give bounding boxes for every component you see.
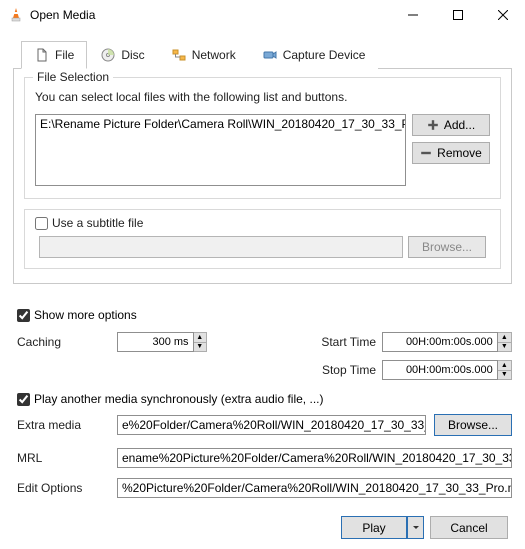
capture-icon [262,47,278,63]
edit-options-label: Edit Options [17,481,109,495]
use-subtitle-input[interactable] [35,217,48,230]
caching-spinner[interactable]: ▲▼ [194,332,207,352]
file-selection-legend: File Selection [33,70,113,84]
app-icon [8,7,24,23]
stop-time-spinner[interactable]: ▲▼ [498,360,512,380]
extra-browse-button[interactable]: Browse... [434,414,512,436]
start-time-input[interactable] [382,332,498,352]
minimize-button[interactable] [390,0,435,30]
play-button[interactable]: Play [341,516,407,539]
use-subtitle-checkbox[interactable]: Use a subtitle file [35,216,490,230]
remove-button[interactable]: Remove [412,142,490,164]
network-icon [171,47,187,63]
file-panel: File Selection You can select local file… [13,69,512,284]
mrl-input[interactable]: ename%20Picture%20Folder/Camera%20Roll/W… [117,448,512,468]
caching-input[interactable] [117,332,194,352]
window-title: Open Media [30,8,390,22]
extra-media-label: Extra media [17,418,109,432]
caching-spin[interactable]: ▲▼ [117,332,207,352]
edit-options-input[interactable]: %20Picture%20Folder/Camera%20Roll/WIN_20… [117,478,512,498]
mrl-label: MRL [17,451,109,465]
play-sync-checkbox[interactable]: Play another media synchronously (extra … [17,392,512,406]
file-selection-group: File Selection You can select local file… [24,77,501,199]
file-list[interactable]: E:\Rename Picture Folder\Camera Roll\WIN… [35,114,406,186]
minus-icon [420,147,432,159]
play-sync-input[interactable] [17,393,30,406]
file-icon [34,47,50,63]
plus-icon [427,119,439,131]
tab-capture[interactable]: Capture Device [249,41,379,69]
show-more-options-input[interactable] [17,309,30,322]
show-more-options-checkbox[interactable]: Show more options [17,308,512,322]
disc-icon [100,47,116,63]
add-button[interactable]: Add... [412,114,490,136]
subtitle-group: Use a subtitle file Browse... [24,209,501,269]
titlebar: Open Media [0,0,525,30]
caching-label: Caching [17,335,117,349]
start-time-spinner[interactable]: ▲▼ [498,332,512,352]
stop-time-input[interactable] [382,360,498,380]
file-list-item[interactable]: E:\Rename Picture Folder\Camera Roll\WIN… [40,117,401,131]
file-selection-help: You can select local files with the foll… [35,90,490,104]
start-time-spin[interactable]: ▲▼ [382,332,512,352]
start-time-label: Start Time [310,335,382,349]
subtitle-path-input [39,236,403,258]
stop-time-spin[interactable]: ▲▼ [382,360,512,380]
close-button[interactable] [480,0,525,30]
play-dropdown[interactable] [407,516,424,539]
extra-media-input[interactable]: e%20Folder/Camera%20Roll/WIN_20180420_17… [117,415,426,435]
subtitle-browse-button: Browse... [408,236,486,258]
cancel-button[interactable]: Cancel [430,516,508,539]
tab-disc[interactable]: Disc [87,41,157,69]
play-split-button[interactable]: Play [341,516,424,539]
tab-network[interactable]: Network [158,41,249,69]
maximize-button[interactable] [435,0,480,30]
stop-time-label: Stop Time [310,363,382,377]
source-tabs: File Disc Network Capture Device [13,40,512,69]
tab-file[interactable]: File [21,41,87,69]
